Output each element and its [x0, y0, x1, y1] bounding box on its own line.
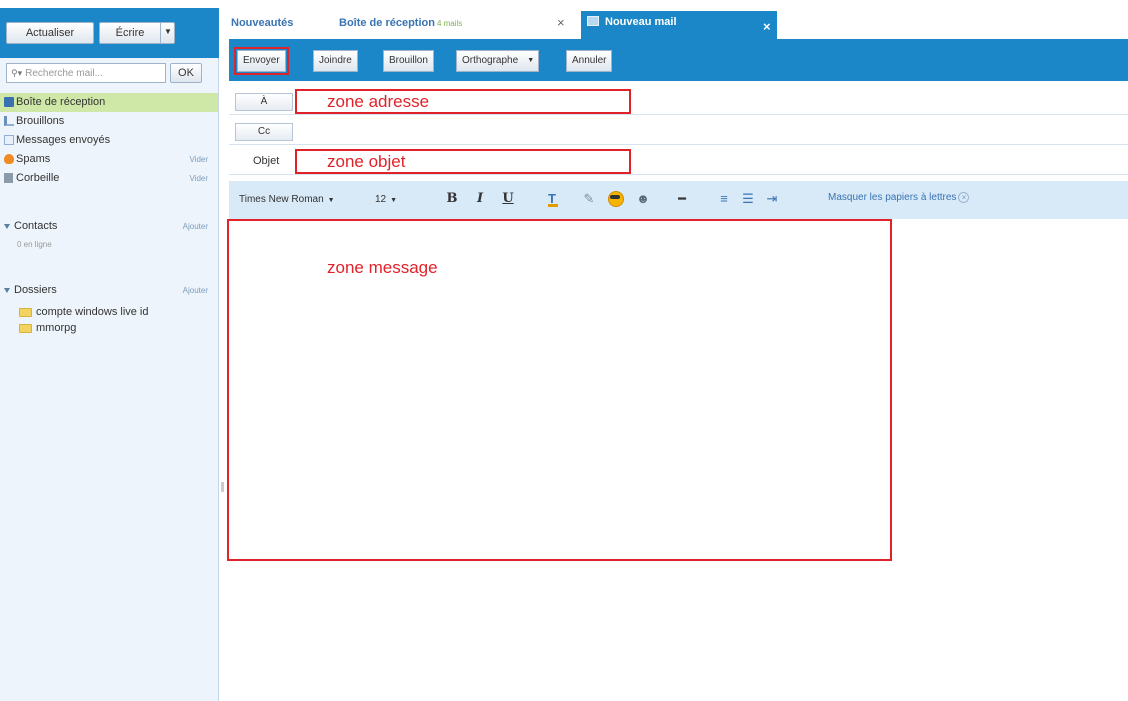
folder-label: Messages envoyés	[16, 134, 111, 146]
subject-label: Objet	[253, 155, 280, 167]
spellcheck-button[interactable]: Orthographe ▼	[456, 50, 540, 72]
spam-icon	[4, 154, 14, 164]
folder-label: Brouillons	[16, 115, 65, 127]
horizontal-rule-icon[interactable]: ━	[673, 190, 691, 208]
search-ok-button[interactable]: OK	[170, 63, 202, 83]
chevron-down-icon: ▼	[327, 197, 335, 204]
contacts-section-toggle[interactable]: Contacts	[4, 220, 57, 232]
tab-new-mail[interactable]: Nouveau mail	[581, 11, 777, 39]
write-dropdown-icon[interactable]: ▼	[160, 22, 175, 44]
custom-folder-list: compte windows live id mmorpg	[0, 304, 218, 336]
font-family-select[interactable]: Times New Roman ▼	[239, 191, 335, 209]
to-button[interactable]: À	[235, 93, 293, 111]
emoticon-icon[interactable]	[607, 190, 625, 208]
folders-label: Dossiers	[14, 284, 57, 296]
drafts-icon	[4, 116, 14, 126]
save-draft-button[interactable]: Brouillon	[383, 50, 434, 72]
empty-spam-link[interactable]: Vider	[189, 150, 208, 169]
cancel-button[interactable]: Annuler	[566, 50, 613, 72]
collapse-triangle-icon	[4, 287, 10, 293]
hide-stationery-link[interactable]: Masquer les papiers à lettres ×	[828, 192, 970, 203]
search-placeholder: Recherche mail...	[25, 68, 103, 79]
refresh-button[interactable]: Actualiser	[6, 22, 94, 44]
send-button[interactable]: Envoyer	[234, 47, 289, 75]
inbox-icon	[4, 97, 14, 107]
chevron-down-icon: ▼	[390, 197, 398, 204]
pane-splitter-handle[interactable]	[221, 482, 224, 492]
folder-item-trash[interactable]: Corbeille Vider	[0, 169, 218, 188]
hide-stationery-label: Masquer les papiers à lettres	[828, 192, 957, 203]
font-size-select[interactable]: 12 ▼	[375, 191, 397, 209]
bullet-list-icon[interactable]: ☰	[739, 190, 757, 208]
bold-button[interactable]: B	[443, 190, 461, 208]
contacts-label: Contacts	[14, 220, 58, 232]
trash-icon	[4, 173, 13, 183]
folder-label: Spams	[16, 153, 51, 165]
contact-card-icon[interactable]: ☻	[634, 190, 652, 208]
message-zone-annotation: zone message	[227, 219, 892, 561]
sidebar: Actualiser Écrire ▼ ⚲▾ Recherche mail... …	[0, 8, 219, 701]
italic-button[interactable]: I	[471, 190, 489, 208]
folder-icon	[19, 324, 32, 333]
indent-icon[interactable]: ⇥	[763, 190, 781, 208]
emoticon-glasses	[610, 195, 620, 199]
add-contact-link[interactable]: Ajouter	[183, 222, 208, 231]
to-field[interactable]	[295, 91, 1125, 113]
spellcheck-label: Orthographe	[462, 55, 519, 66]
custom-folder-label: compte windows live id	[36, 306, 149, 318]
folder-icon	[19, 308, 32, 317]
empty-trash-link[interactable]: Vider	[189, 169, 208, 188]
font-family-value: Times New Roman	[239, 194, 324, 205]
to-row: À zone adresse	[229, 89, 1128, 115]
close-inbox-tab-icon[interactable]: ×	[557, 16, 565, 30]
subject-field[interactable]	[295, 151, 1125, 173]
custom-folder-item[interactable]: mmorpg	[0, 320, 218, 336]
new-mail-icon	[587, 16, 599, 26]
close-new-mail-tab-icon[interactable]: ×	[763, 20, 771, 34]
folder-label: Corbeille	[16, 172, 60, 184]
message-zone-label: zone message	[327, 258, 438, 277]
tab-bar: Nouveautés Boîte de réception 4 mails × N…	[229, 8, 1128, 39]
message-body[interactable]: zone message	[227, 219, 1128, 701]
cc-row: Cc	[229, 121, 1128, 145]
tab-inbox-label: Boîte de réception	[339, 17, 435, 29]
tab-inbox-count: 4 mails	[436, 19, 463, 28]
emoticon-face	[608, 191, 624, 207]
custom-folder-item[interactable]: compte windows live id	[0, 304, 218, 320]
format-toolbar: Times New Roman ▼ 12 ▼ B I U T ✎ ☻ ━ ≡ ☰ ⇥…	[229, 181, 1128, 219]
collapse-triangle-icon	[4, 223, 10, 229]
cc-button[interactable]: Cc	[235, 123, 293, 141]
folder-list: Boîte de réception Brouillons Messages e…	[0, 93, 218, 188]
text-color-icon[interactable]: T	[543, 190, 561, 208]
align-icon[interactable]: ≡	[715, 190, 733, 208]
folder-item-sent[interactable]: Messages envoyés	[0, 131, 218, 150]
sent-icon	[4, 135, 14, 145]
attach-button[interactable]: Joindre	[313, 50, 358, 72]
highlight-pen-icon[interactable]: ✎	[580, 190, 598, 208]
folder-item-spam[interactable]: Spams Vider	[0, 150, 218, 169]
address-area: À zone adresse Cc Objet zone objet	[229, 85, 1128, 175]
chevron-down-icon[interactable]: ▼	[527, 51, 534, 71]
folder-item-drafts[interactable]: Brouillons	[0, 112, 218, 131]
tab-new-mail-label: Nouveau mail	[605, 16, 677, 28]
subject-row: Objet zone objet	[229, 149, 1128, 175]
tab-inbox[interactable]: Boîte de réception 4 mails	[339, 14, 462, 39]
add-folder-link[interactable]: Ajouter	[183, 286, 208, 295]
folder-item-inbox[interactable]: Boîte de réception	[0, 93, 218, 112]
close-circle-icon[interactable]: ×	[958, 192, 970, 203]
underline-button[interactable]: U	[499, 190, 517, 208]
search-input[interactable]: ⚲▾ Recherche mail...	[6, 63, 166, 83]
folder-label: Boîte de réception	[16, 96, 106, 108]
color-indicator	[548, 204, 558, 207]
contacts-online-status: 0 en ligne	[17, 240, 52, 249]
tab-news[interactable]: Nouveautés	[231, 14, 293, 39]
cc-field[interactable]	[295, 121, 1125, 143]
custom-folder-label: mmorpg	[36, 322, 77, 334]
folders-section-toggle[interactable]: Dossiers	[4, 284, 57, 296]
compose-toolbar: Envoyer Joindre Brouillon Orthographe ▼ A…	[229, 39, 1128, 81]
search-icon: ⚲▾	[11, 68, 23, 78]
font-size-value: 12	[375, 194, 387, 205]
